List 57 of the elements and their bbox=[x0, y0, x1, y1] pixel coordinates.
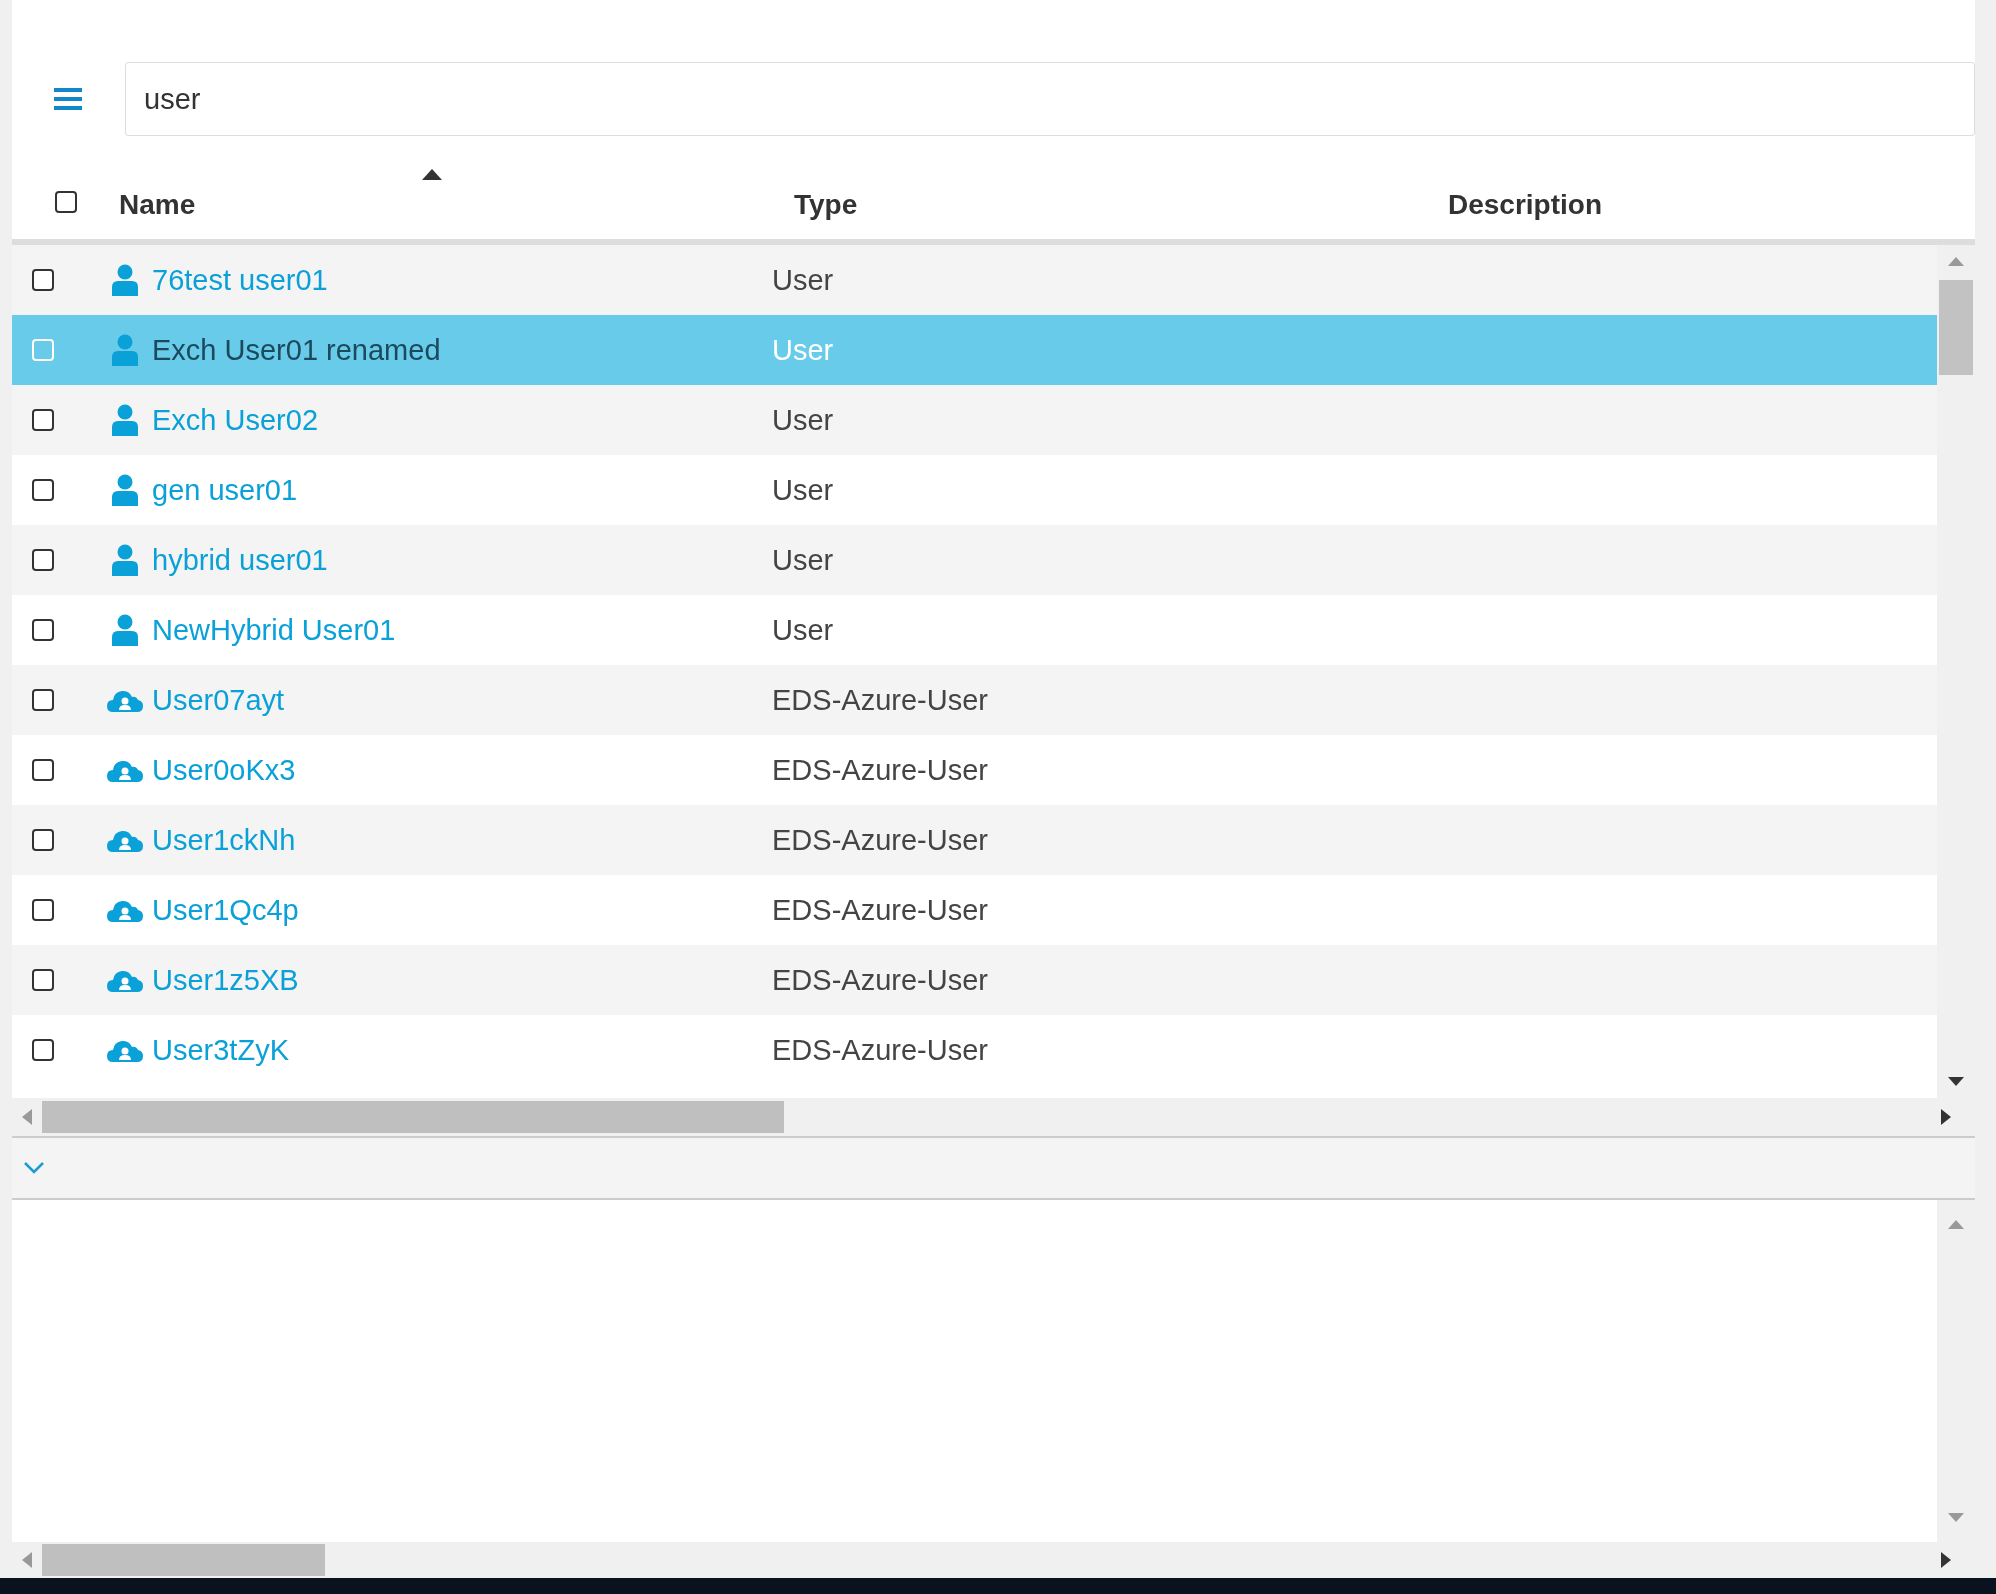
person-icon bbox=[112, 614, 138, 646]
person-icon bbox=[112, 264, 138, 296]
table-row[interactable]: hybrid user01 User bbox=[12, 525, 1937, 595]
type-cell: EDS-Azure-User bbox=[772, 893, 988, 926]
row-checkbox[interactable] bbox=[32, 1039, 54, 1061]
person-icon bbox=[112, 334, 138, 366]
menu-icon[interactable] bbox=[54, 88, 82, 110]
table-row[interactable]: User1ckNh EDS-Azure-User bbox=[12, 805, 1937, 875]
cloud-person-icon bbox=[107, 828, 143, 852]
row-checkbox[interactable] bbox=[32, 619, 54, 641]
type-cell: EDS-Azure-User bbox=[772, 753, 988, 786]
type-cell: EDS-Azure-User bbox=[772, 683, 988, 716]
table-row[interactable]: Exch User02 User bbox=[12, 385, 1937, 455]
column-header[interactable]: Name bbox=[102, 165, 772, 239]
type-cell: EDS-Azure-User bbox=[772, 823, 988, 856]
row-checkbox[interactable] bbox=[32, 899, 54, 921]
scrollbar-thumb[interactable] bbox=[42, 1101, 784, 1133]
chevron-down-icon[interactable] bbox=[24, 1162, 44, 1174]
table-row[interactable]: 76test user01 User bbox=[12, 245, 1937, 315]
type-cell: EDS-Azure-User bbox=[772, 1033, 988, 1066]
column-header[interactable]: Description bbox=[1446, 165, 1975, 239]
user-name-link[interactable]: Exch User01 renamed bbox=[152, 333, 441, 367]
type-cell: User bbox=[772, 473, 834, 506]
scrollbar-thumb[interactable] bbox=[1939, 280, 1973, 375]
cloud-person-icon bbox=[107, 758, 143, 782]
person-icon bbox=[112, 544, 138, 576]
row-checkbox[interactable] bbox=[32, 829, 54, 851]
scroll-right-icon[interactable] bbox=[1941, 1109, 1951, 1125]
scroll-down-icon[interactable] bbox=[1948, 1077, 1964, 1086]
row-checkbox[interactable] bbox=[32, 689, 54, 711]
cloud-person-icon bbox=[107, 898, 143, 922]
row-checkbox[interactable] bbox=[32, 969, 54, 991]
select-all-checkbox[interactable] bbox=[55, 191, 77, 213]
column-header[interactable]: Type bbox=[772, 165, 1446, 239]
person-icon bbox=[112, 474, 138, 506]
row-checkbox[interactable] bbox=[32, 479, 54, 501]
table-row[interactable]: User1z5XB EDS-Azure-User bbox=[12, 945, 1937, 1015]
cloud-person-icon bbox=[107, 968, 143, 992]
row-checkbox[interactable] bbox=[32, 409, 54, 431]
cloud-person-icon bbox=[107, 1038, 143, 1062]
cloud-person-icon bbox=[107, 688, 143, 712]
table-row[interactable]: User07ayt EDS-Azure-User bbox=[12, 665, 1937, 735]
row-checkbox[interactable] bbox=[32, 549, 54, 571]
search-field[interactable]: user bbox=[125, 62, 1975, 136]
row-checkbox[interactable] bbox=[32, 269, 54, 291]
type-cell: EDS-Azure-User bbox=[772, 963, 988, 996]
type-cell: User bbox=[772, 263, 834, 296]
scroll-right-icon[interactable] bbox=[1941, 1552, 1951, 1568]
type-cell: User bbox=[772, 543, 834, 576]
type-cell: User bbox=[772, 403, 834, 436]
person-icon bbox=[112, 404, 138, 436]
sort-ascending-icon bbox=[422, 169, 442, 180]
scrollbar-thumb[interactable] bbox=[42, 1544, 325, 1576]
row-checkbox[interactable] bbox=[32, 759, 54, 781]
table-row[interactable]: Exch User01 renamed User bbox=[12, 315, 1937, 385]
type-cell: User bbox=[772, 613, 834, 646]
type-cell: User bbox=[772, 333, 834, 366]
